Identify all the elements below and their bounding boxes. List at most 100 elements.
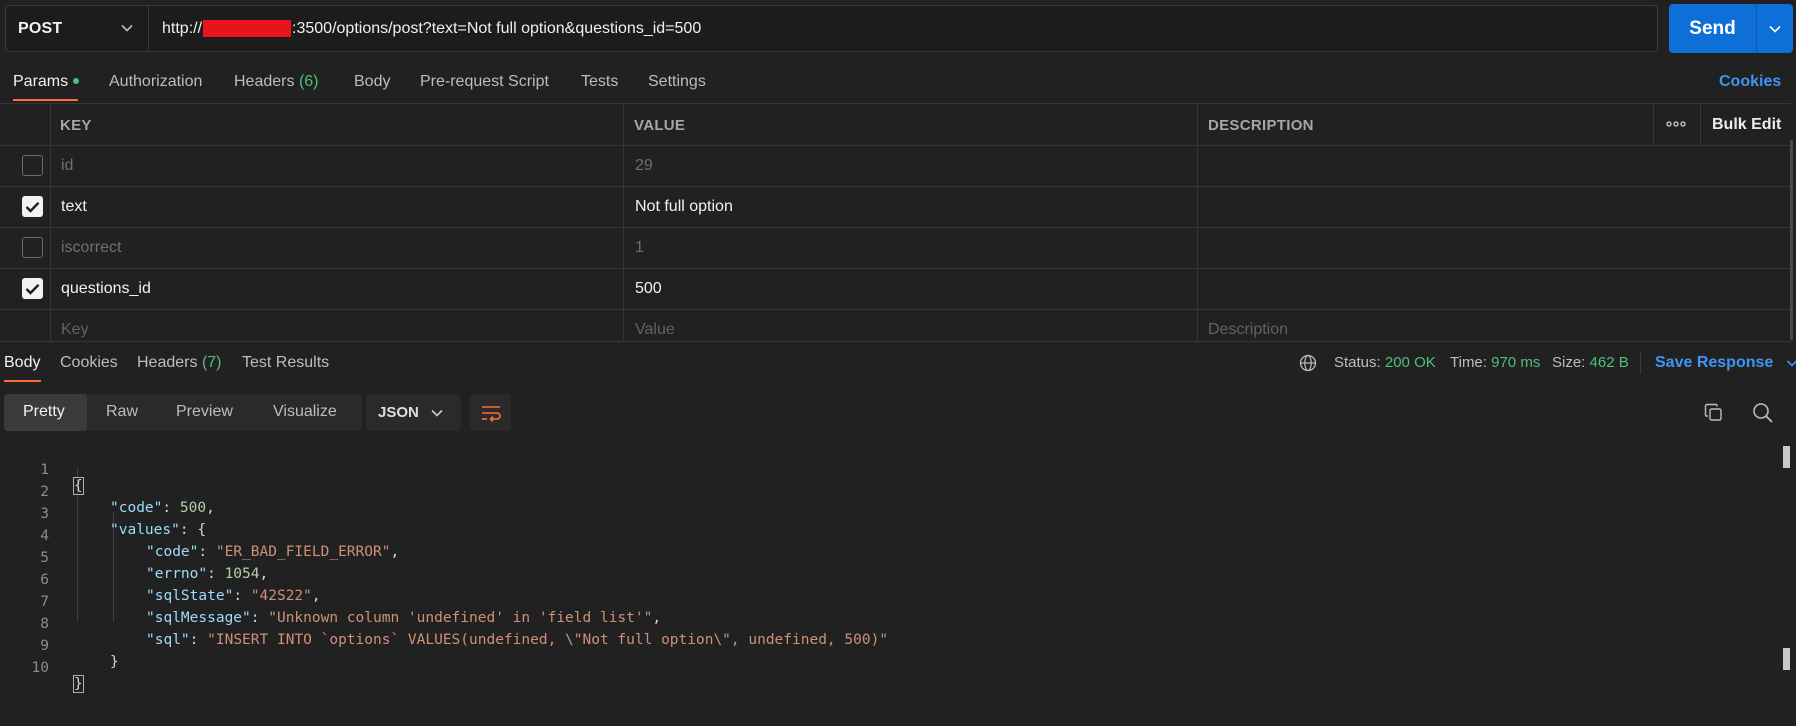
- new-description-input[interactable]: Description: [1208, 321, 1288, 339]
- url-redaction: [203, 20, 292, 37]
- url-prefix: http://: [162, 19, 203, 37]
- method-label: POST: [18, 19, 63, 37]
- response-tab-headers[interactable]: Headers (7): [137, 354, 222, 372]
- tab-body[interactable]: Body: [354, 73, 390, 91]
- size-label: Size:: [1552, 354, 1586, 371]
- new-key-input[interactable]: Key: [61, 321, 89, 339]
- tab-headers[interactable]: Headers (6): [234, 73, 319, 91]
- column-divider: [50, 104, 51, 341]
- param-checkbox[interactable]: [22, 278, 43, 299]
- line-number: 10: [31, 660, 49, 676]
- param-value[interactable]: 500: [635, 280, 662, 298]
- param-key[interactable]: text: [61, 198, 87, 216]
- tab-headers-count: (6): [298, 73, 319, 90]
- response-tab-headers-count: (7): [201, 354, 222, 371]
- params-active-dot: [73, 77, 80, 84]
- status-value: 200 OK: [1384, 354, 1436, 371]
- json-brace: }: [73, 675, 84, 693]
- code-line: 4 "code": "ER_BAD_FIELD_ERROR",: [0, 512, 1780, 560]
- save-response-button[interactable]: Save Response: [1655, 354, 1796, 372]
- param-key[interactable]: questions_id: [61, 280, 151, 298]
- chevron-down-icon: [1786, 360, 1796, 367]
- column-header-description: DESCRIPTION: [1208, 117, 1314, 134]
- format-select-label: JSON: [378, 404, 419, 421]
- size-value: 462 B: [1589, 354, 1629, 371]
- code-line: 6 "sqlState": "42S22",: [0, 556, 1780, 604]
- send-button-group: Send: [1669, 4, 1793, 53]
- column-header-value: VALUE: [634, 117, 686, 134]
- view-raw[interactable]: Raw: [106, 403, 138, 421]
- row-divider: [0, 309, 1791, 310]
- table-scrollbar[interactable]: [1790, 140, 1793, 340]
- row-divider: [0, 227, 1791, 228]
- column-divider: [1653, 104, 1654, 145]
- status-divider: [1640, 352, 1641, 374]
- check-icon: [25, 283, 40, 295]
- check-icon: [25, 201, 40, 213]
- code-line: 5 "errno": 1054,: [0, 534, 1780, 582]
- code-line: 2 "code": 500,: [0, 468, 1780, 516]
- globe-icon[interactable]: [1299, 354, 1317, 372]
- param-value[interactable]: 1: [635, 239, 644, 257]
- new-value-input[interactable]: Value: [635, 321, 675, 339]
- table-bottom-border: [0, 341, 1791, 342]
- table-top-border: [0, 103, 1791, 104]
- column-divider: [1700, 104, 1701, 145]
- cookies-link[interactable]: Cookies: [1719, 73, 1781, 91]
- tab-headers-label: Headers: [234, 73, 295, 90]
- response-tab-headers-label: Headers: [137, 354, 198, 371]
- column-divider: [1197, 104, 1198, 341]
- save-response-label: Save Response: [1655, 354, 1774, 371]
- column-divider: [623, 104, 624, 341]
- tab-params[interactable]: Params: [13, 73, 80, 91]
- chevron-down-icon: [431, 409, 443, 417]
- response-tab-body[interactable]: Body: [4, 354, 40, 372]
- code-scrollbar-marker: [1783, 648, 1790, 670]
- search-icon[interactable]: [1752, 402, 1774, 424]
- view-pretty[interactable]: Pretty: [23, 403, 65, 421]
- send-button[interactable]: Send: [1669, 4, 1756, 53]
- request-bar: POST http:// :3500/options/post?text=Not…: [5, 5, 1658, 52]
- wrap-lines-button[interactable]: [470, 394, 511, 431]
- response-tab-cookies[interactable]: Cookies: [60, 354, 118, 372]
- param-checkbox[interactable]: [22, 196, 43, 217]
- active-tab-indicator: [13, 99, 78, 101]
- param-checkbox[interactable]: [22, 155, 43, 176]
- code-line: 9 }: [0, 622, 1780, 670]
- code-line: 7 "sqlMessage": "Unknown column 'undefin…: [0, 578, 1780, 626]
- tab-tests[interactable]: Tests: [581, 73, 618, 91]
- param-value[interactable]: 29: [635, 157, 653, 175]
- param-value[interactable]: Not full option: [635, 198, 733, 216]
- size-indicator[interactable]: Size: 462 B: [1552, 354, 1629, 371]
- wrap-lines-icon: [481, 405, 501, 422]
- view-visualize[interactable]: Visualize: [273, 403, 337, 421]
- code-scrollbar-thumb[interactable]: [1783, 446, 1790, 468]
- time-indicator[interactable]: Time: 970 ms: [1450, 354, 1540, 371]
- tab-params-label: Params: [13, 73, 69, 90]
- send-options-button[interactable]: [1757, 4, 1793, 53]
- code-line: 10 }: [0, 644, 1780, 693]
- column-header-key: KEY: [60, 117, 92, 134]
- code-line: 8 "sql": "INSERT INTO `options` VALUES(u…: [0, 600, 1780, 648]
- table-header-border: [0, 145, 1791, 146]
- row-divider: [0, 268, 1791, 269]
- more-horizontal-icon[interactable]: [1666, 120, 1686, 128]
- response-tab-test-results[interactable]: Test Results: [242, 354, 329, 372]
- status-indicator[interactable]: Status: 200 OK: [1334, 354, 1436, 371]
- active-response-tab-indicator: [4, 380, 41, 382]
- copy-icon[interactable]: [1704, 403, 1723, 422]
- url-input[interactable]: http:// :3500/options/post?text=Not full…: [162, 6, 701, 51]
- url-suffix: :3500/options/post?text=Not full option&…: [292, 19, 702, 37]
- tab-settings[interactable]: Settings: [648, 73, 706, 91]
- tab-authorization[interactable]: Authorization: [109, 73, 202, 91]
- time-value: 970 ms: [1491, 354, 1541, 371]
- param-checkbox[interactable]: [22, 237, 43, 258]
- param-key[interactable]: id: [61, 157, 73, 175]
- tab-prerequest-script[interactable]: Pre-request Script: [420, 73, 549, 91]
- code-line: 3 "values": {: [0, 490, 1780, 538]
- chevron-down-icon: [1769, 25, 1781, 33]
- bulk-edit-button[interactable]: Bulk Edit: [1712, 116, 1781, 134]
- method-select[interactable]: POST: [6, 6, 149, 51]
- param-key[interactable]: iscorrect: [61, 239, 121, 257]
- view-preview[interactable]: Preview: [176, 403, 233, 421]
